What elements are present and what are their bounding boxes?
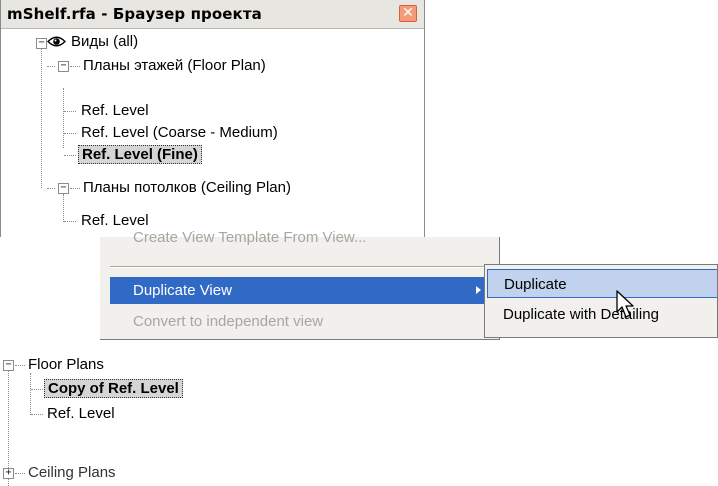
close-button[interactable]: ✕ <box>399 5 417 22</box>
tree-line <box>47 66 55 67</box>
tree-line <box>15 473 25 474</box>
tree-line <box>64 155 76 156</box>
menu-item-label: Convert to independent view <box>133 313 324 330</box>
submenu-item-duplicate[interactable]: Duplicate <box>487 269 717 298</box>
context-menu: Create View Template From View... Duplic… <box>100 229 500 340</box>
submenu-item-duplicate-with-detailing[interactable]: Duplicate with Detailing <box>487 300 717 329</box>
tree-item-label: Ref. Level (Fine) <box>78 145 202 164</box>
collapse-toggle-icon[interactable]: − <box>58 61 69 72</box>
close-icon: ✕ <box>402 5 414 21</box>
expand-toggle-icon[interactable]: + <box>3 468 14 479</box>
tree-line <box>63 88 64 148</box>
tree-item-label: Floor Plans <box>28 356 104 373</box>
tree-line <box>64 111 76 112</box>
menu-item-duplicate-view[interactable]: Duplicate View <box>110 277 488 304</box>
tree-item-ceiling-plans[interactable]: Планы потолков (Ceiling Plan) <box>83 177 291 199</box>
menu-item-convert-independent[interactable]: Convert to independent view <box>100 308 484 335</box>
mouse-cursor-icon <box>616 290 634 318</box>
tree-item-label: Планы потолков (Ceiling Plan) <box>83 179 291 196</box>
menu-item-label: Duplicate View <box>133 282 232 299</box>
tree-item-label: Ref. Level <box>47 405 115 422</box>
tree-line <box>70 188 80 189</box>
tree-line <box>31 414 43 415</box>
tree-line <box>30 373 31 415</box>
menu-item-label: Create View Template From View... <box>133 229 367 246</box>
submenu-arrow-icon <box>476 286 481 294</box>
tree-line <box>47 188 55 189</box>
collapse-toggle-icon[interactable]: − <box>3 360 14 371</box>
tree-line <box>70 66 80 67</box>
tree-item-label: Ref. Level <box>81 102 149 119</box>
tree-line <box>15 365 25 366</box>
tree-item-label: Copy of Ref. Level <box>44 379 183 398</box>
collapse-toggle-icon[interactable]: − <box>58 183 69 194</box>
tree-item-label: Ceiling Plans <box>28 464 116 481</box>
tree-item-label: Виды (all) <box>71 33 139 50</box>
eye-icon <box>47 36 66 47</box>
tree-item-floor-plans[interactable]: Floor Plans <box>28 354 104 376</box>
tree-item-view-selected[interactable]: Ref. Level (Fine) <box>78 144 202 166</box>
menu-item-create-view-template[interactable]: Create View Template From View... <box>100 224 484 251</box>
menu-separator <box>110 266 488 268</box>
tree-line <box>64 133 76 134</box>
tree-item-floor-plans[interactable]: Планы этажей (Floor Plan) <box>83 55 266 77</box>
project-browser-panel: mShelf.rfa - Браузер проекта ✕ − Виды (a… <box>0 0 425 237</box>
panel-title: mShelf.rfa - Браузер проекта <box>7 5 262 23</box>
tree-item-label: Планы этажей (Floor Plan) <box>83 57 266 74</box>
tree-line <box>41 48 42 188</box>
panel-title-bar[interactable]: mShelf.rfa - Браузер проекта ✕ <box>1 0 424 29</box>
tree-line <box>63 194 64 222</box>
menu-item-label: Duplicate <box>504 276 567 293</box>
result-project-tree: − Floor Plans Copy of Ref. Level Ref. Le… <box>0 354 320 486</box>
tree-item-label: Ref. Level (Coarse - Medium) <box>81 124 278 141</box>
tree-item-view[interactable]: Ref. Level <box>81 100 149 122</box>
collapse-toggle-icon[interactable]: − <box>36 38 47 49</box>
tree-item-view-selected[interactable]: Copy of Ref. Level <box>44 378 183 400</box>
tree-item-views[interactable]: Виды (all) <box>71 31 138 53</box>
tree-item-view[interactable]: Ref. Level (Coarse - Medium) <box>81 122 278 144</box>
tree-item-view[interactable]: Ref. Level <box>47 403 115 425</box>
duplicate-view-submenu: Duplicate Duplicate with Detailing <box>484 264 718 338</box>
tree-line <box>31 389 43 390</box>
tree-line <box>64 221 76 222</box>
